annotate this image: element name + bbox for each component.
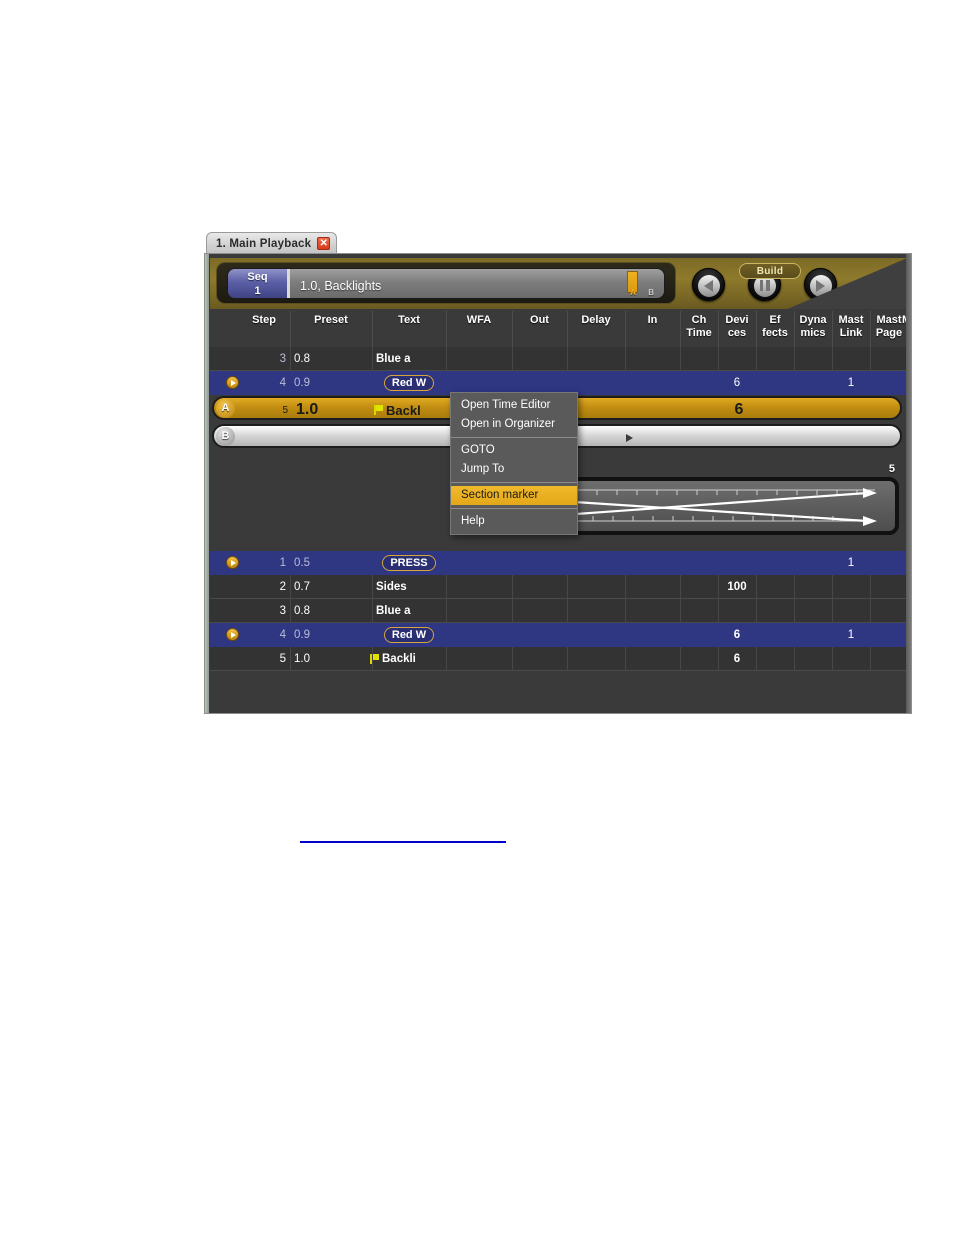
go-button[interactable] [804, 268, 837, 301]
column-header-delay[interactable]: Delay [567, 314, 625, 327]
fader-a-label: A [630, 288, 636, 297]
context-menu[interactable]: Open Time Editor Open in Organizer GOTO … [450, 392, 578, 535]
cell-text: Blue a [376, 353, 411, 365]
cell-mast-link: 1 [847, 629, 855, 641]
playback-toolbar: Seq 1 1.0, Backlights A B Build [210, 258, 908, 309]
cell-devices: 6 [733, 377, 741, 389]
cell-text: Backli [370, 647, 450, 671]
sequence-selector-frame: Seq 1 1.0, Backlights A B [216, 262, 676, 304]
menu-item-section-marker[interactable]: Section marker [451, 486, 577, 505]
cell-step: 3 [279, 605, 286, 617]
cell-mast-link: 1 [847, 557, 855, 569]
cell-text: Red W [372, 623, 446, 647]
text-pill: Red W [383, 375, 435, 391]
rewind-icon [697, 274, 720, 297]
table-row[interactable]: 5 1.0 Backli 6 [210, 647, 908, 671]
cell-step: 2 [279, 581, 286, 593]
column-header-mast-link[interactable]: Mast Link [832, 314, 870, 340]
cell-step: 1 [279, 557, 286, 569]
column-header-text[interactable]: Text [372, 314, 446, 327]
tab-strip: 1. Main Playback ✕ [204, 232, 912, 254]
cell-preset: 0.8 [294, 353, 310, 365]
main-playback-window: 1. Main Playback ✕ Seq 1 1.0, Backlights… [204, 232, 912, 714]
cell-preset: 0.7 [294, 581, 310, 593]
cell-devices: 6 [733, 629, 741, 641]
text-pill: Red W [383, 627, 435, 643]
cell-preset: 0.5 [294, 557, 310, 569]
fader-b-label: B [648, 288, 654, 297]
cell-devices: 6 [734, 401, 744, 418]
cell-step: 4 [279, 629, 286, 641]
play-icon [809, 274, 832, 297]
table-row[interactable]: 4 0.9 Red W 6 1 [210, 623, 908, 647]
sequence-name: 1.0, Backlights A B [290, 269, 664, 298]
menu-item-open-in-organizer[interactable]: Open in Organizer [451, 415, 577, 434]
cell-text: PRESS [372, 551, 446, 575]
cell-step: 4 [279, 377, 286, 389]
build-button[interactable]: Build [739, 263, 801, 279]
tab-label: 1. Main Playback [216, 237, 312, 250]
column-header-out[interactable]: Out [512, 314, 567, 327]
table-row[interactable]: 1 0.5 PRESS 1 [210, 551, 908, 575]
menu-separator [451, 508, 577, 509]
cell-step: 5 [282, 404, 288, 416]
table-row[interactable]: 3 0.8 Blue a [210, 599, 908, 623]
cell-text: Blue a [376, 605, 411, 617]
column-header-preset[interactable]: Preset [290, 314, 372, 327]
column-header-effects[interactable]: Ef fects [756, 314, 794, 340]
column-header-in[interactable]: In [625, 314, 680, 327]
tab-main-playback[interactable]: 1. Main Playback ✕ [206, 232, 338, 254]
column-header-step[interactable]: Step [238, 314, 290, 327]
menu-item-help[interactable]: Help [451, 512, 577, 531]
cell-preset: 1.0 [296, 401, 319, 418]
crossfade-step-label: 5 [888, 463, 895, 475]
table-row[interactable]: 2 0.7 Sides 100 [210, 575, 908, 599]
left-scroll-edge[interactable] [205, 254, 209, 713]
link-underline[interactable] [300, 841, 506, 843]
seq-badge-line2: 1 [254, 285, 261, 297]
seq-badge-line1: Seq [247, 271, 268, 283]
column-header-dynamics[interactable]: Dyna mics [794, 314, 832, 340]
cell-preset: 0.9 [294, 629, 310, 641]
cell-preset: 0.9 [294, 377, 310, 389]
seq-badge[interactable]: Seq 1 [228, 269, 290, 298]
table-header: Step Preset Text WFA Out Delay In Ch Time… [210, 311, 911, 348]
column-header-wfa[interactable]: WFA [446, 314, 512, 327]
table-row[interactable]: 3 0.8 Blue a [210, 347, 908, 371]
text-pill: PRESS [382, 555, 436, 571]
cell-text: Red W [372, 371, 446, 395]
cell-preset: 0.8 [294, 605, 310, 617]
fader-b-badge: B [216, 427, 235, 446]
sequence-name-text: 1.0, Backlights [300, 279, 382, 293]
cell-mast-link: 1 [847, 377, 855, 389]
menu-item-goto[interactable]: GOTO [451, 441, 577, 460]
close-icon[interactable]: ✕ [317, 237, 331, 250]
cell-devices: 100 [727, 581, 747, 593]
cell-step: 3 [279, 353, 286, 365]
play-arrow-icon [626, 434, 633, 442]
menu-separator [451, 437, 577, 438]
menu-item-jump-to[interactable]: Jump To [451, 460, 577, 479]
cell-devices: 6 [733, 653, 741, 665]
cell-preset: 1.0 [294, 653, 310, 665]
column-header-devices[interactable]: Devi ces [718, 314, 756, 340]
menu-separator [451, 482, 577, 483]
sequence-field[interactable]: Seq 1 1.0, Backlights A B [227, 268, 665, 299]
flag-icon [374, 405, 383, 415]
fader-a-badge: A [216, 399, 235, 418]
right-scroll-edge[interactable] [906, 254, 911, 713]
cell-text: Sides [376, 581, 407, 593]
back-button[interactable] [692, 268, 725, 301]
menu-item-open-time-editor[interactable]: Open Time Editor [451, 396, 577, 415]
cell-step: 5 [279, 653, 286, 665]
column-header-ch-time[interactable]: Ch Time [680, 314, 718, 340]
